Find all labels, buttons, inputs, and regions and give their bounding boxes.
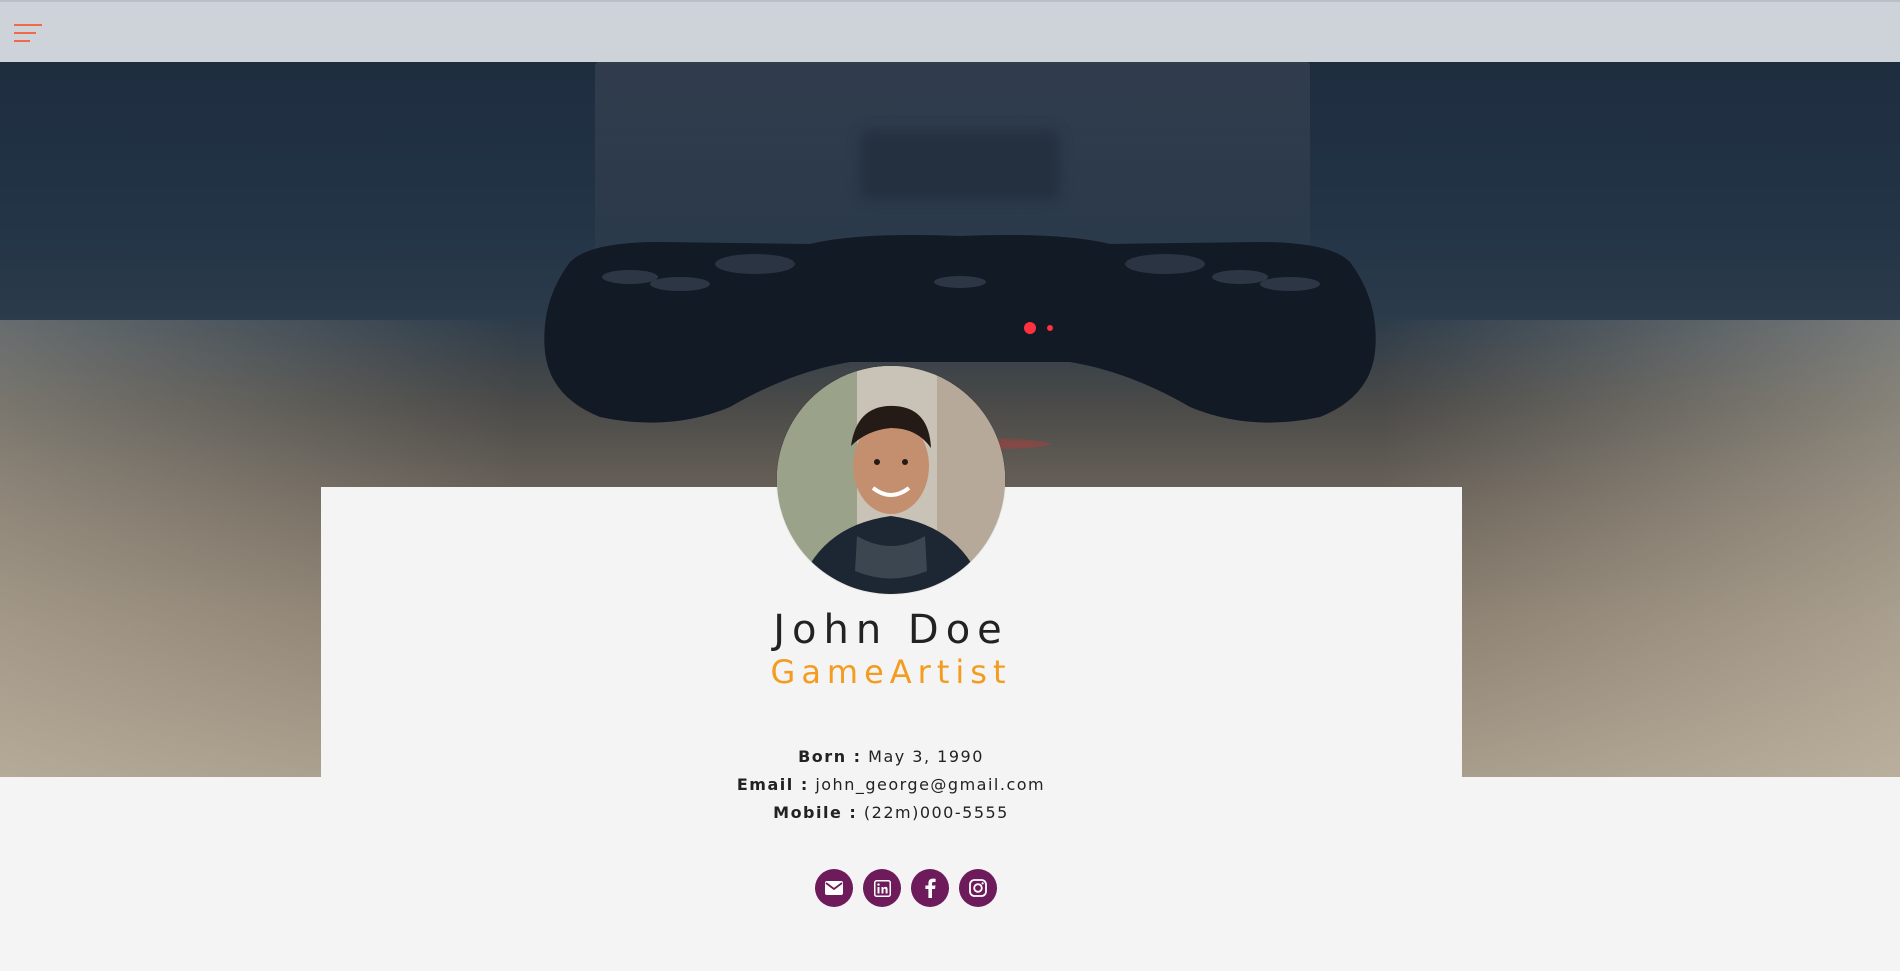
- top-navbar: [0, 0, 1900, 62]
- email-link-button[interactable]: [815, 869, 853, 907]
- detail-row-mobile: Mobile : (22m)000-5555: [591, 799, 1191, 827]
- detail-label: Born :: [798, 747, 862, 766]
- menu-button[interactable]: [12, 22, 44, 44]
- detail-row-born: Born : May 3, 1990: [591, 743, 1191, 771]
- linkedin-link-button[interactable]: [863, 869, 901, 907]
- profile-avatar: [777, 366, 1005, 594]
- detail-label: Mobile :: [773, 803, 858, 822]
- viewport: John Doe GameArtist Born : May 3, 1990 E…: [0, 0, 1902, 971]
- profile-details: Born : May 3, 1990 Email : john_george@g…: [591, 743, 1191, 827]
- facebook-link-button[interactable]: [911, 869, 949, 907]
- profile-name: John Doe: [773, 607, 1009, 653]
- hero-backdrop-blur: [860, 130, 1060, 200]
- detail-value: (22m)000-5555: [863, 803, 1009, 822]
- detail-row-email: Email : john_george@gmail.com: [591, 771, 1191, 799]
- envelope-icon: [825, 881, 843, 895]
- instagram-link-button[interactable]: [959, 869, 997, 907]
- instagram-icon: [969, 879, 987, 897]
- hamburger-menu-icon: [14, 24, 42, 42]
- detail-label: Email :: [736, 775, 809, 794]
- linkedin-icon: [873, 879, 891, 897]
- detail-value: May 3, 1990: [868, 747, 984, 766]
- detail-value[interactable]: john_george@gmail.com: [815, 775, 1045, 794]
- profile-page: John Doe GameArtist Born : May 3, 1990 E…: [0, 0, 1900, 971]
- facebook-icon: [924, 878, 936, 898]
- profile-title: GameArtist: [770, 653, 1012, 691]
- social-links: [815, 869, 997, 907]
